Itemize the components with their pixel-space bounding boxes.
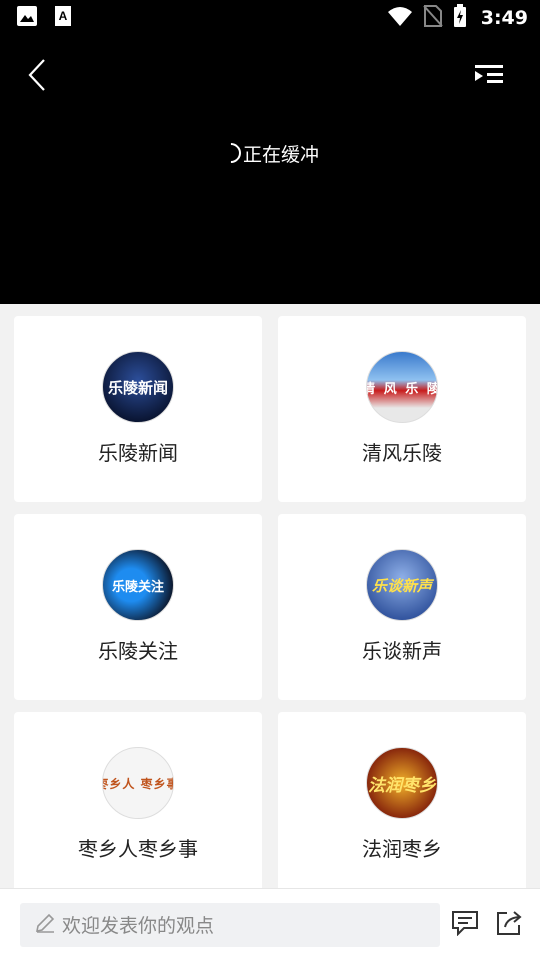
wifi-icon	[387, 5, 413, 31]
image-icon	[16, 5, 38, 31]
channel-card[interactable]: 乐陵新闻 乐陵新闻	[14, 316, 262, 502]
channel-card[interactable]: 清 风 乐 陵 清风乐陵	[278, 316, 526, 502]
share-button[interactable]	[494, 910, 524, 940]
playlist-button[interactable]	[472, 62, 506, 92]
channel-grid: 乐陵新闻 乐陵新闻 清 风 乐 陵 清风乐陵 乐陵关注 乐陵关注 乐谈新声 乐谈…	[14, 316, 526, 898]
thumbnail-text: 乐陵关注	[111, 579, 164, 595]
channel-card[interactable]: 乐谈新声 乐谈新声	[278, 514, 526, 700]
no-sim-icon	[422, 4, 443, 32]
buffering-indicator: 正在缓冲	[0, 138, 540, 168]
status-time: 3:49	[480, 7, 528, 29]
comment-placeholder: 欢迎发表你的观点	[62, 915, 215, 937]
channel-card[interactable]: 乐陵关注 乐陵关注	[14, 514, 262, 700]
back-icon	[28, 58, 46, 96]
thumbnail-text: 法润枣乡	[368, 775, 436, 796]
back-button[interactable]	[20, 58, 54, 96]
channel-name: 乐谈新声	[362, 639, 442, 663]
battery-charging-icon	[453, 4, 467, 32]
channel-thumbnail: 法润枣乡	[366, 747, 438, 819]
channel-name: 乐陵新闻	[98, 441, 178, 465]
channel-name: 乐陵关注	[98, 639, 178, 663]
svg-text:A: A	[59, 9, 68, 23]
channel-name: 法润枣乡	[362, 837, 442, 861]
channel-thumbnail: 清 风 乐 陵	[366, 351, 438, 423]
channel-thumbnail: 乐谈新声	[366, 549, 438, 621]
pencil-icon	[34, 912, 56, 938]
channel-name: 枣乡人枣乡事	[78, 837, 198, 861]
channel-card[interactable]: 枣乡人 枣乡事 枣乡人枣乡事	[14, 712, 262, 898]
spinner-icon	[216, 138, 246, 168]
thumbnail-text: 清 风 乐 陵	[366, 381, 438, 397]
playlist-icon	[475, 64, 503, 90]
channel-thumbnail: 乐陵新闻	[102, 351, 174, 423]
status-bar: A 3:49	[0, 0, 540, 36]
comment-icon	[451, 910, 479, 940]
font-icon: A	[54, 5, 72, 31]
comment-button[interactable]	[450, 910, 480, 940]
comment-bar: 欢迎发表你的观点	[0, 888, 540, 960]
comment-input[interactable]: 欢迎发表你的观点	[20, 902, 440, 947]
channel-thumbnail: 乐陵关注	[102, 549, 174, 621]
video-player[interactable]: A 3:49 正在缓冲	[0, 0, 540, 304]
channel-card[interactable]: 法润枣乡 法润枣乡	[278, 712, 526, 898]
channel-thumbnail: 枣乡人 枣乡事	[102, 747, 174, 819]
channel-name: 清风乐陵	[362, 441, 442, 465]
thumbnail-text: 乐陵新闻	[107, 378, 168, 397]
thumbnail-text: 枣乡人 枣乡事	[103, 776, 173, 791]
share-icon	[495, 909, 523, 941]
thumbnail-text: 乐谈新声	[371, 576, 432, 595]
buffering-text: 正在缓冲	[242, 143, 319, 166]
